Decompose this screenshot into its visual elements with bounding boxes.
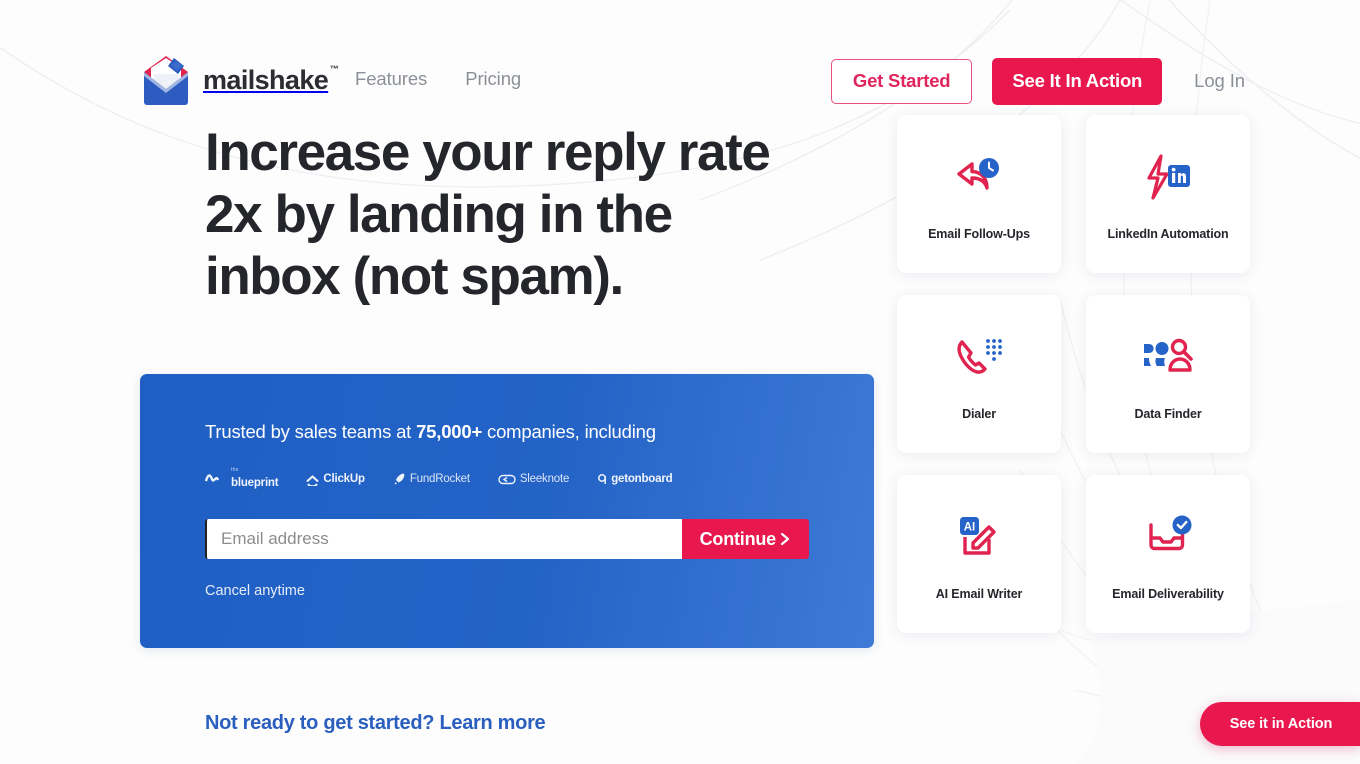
trusted-count: 75,000+ (416, 421, 483, 442)
feature-card-grid: Email Follow-Ups LinkedIn Automation Dia… (897, 115, 1250, 633)
person-search-icon (1139, 327, 1197, 389)
brand-logo-blueprint: the blueprint (205, 467, 279, 491)
brand-logo-clickup: ClickUp (306, 472, 365, 486)
logo-text: mailshake ™ (203, 64, 339, 95)
feature-card-ai-email-writer[interactable]: AI AI Email Writer (897, 475, 1061, 633)
envelope-logo-icon (144, 56, 188, 105)
linkedin-bolt-icon (1139, 147, 1197, 209)
nav-item-pricing[interactable]: Pricing (465, 68, 521, 90)
inbox-check-icon (1139, 507, 1197, 569)
feature-card-email-deliverability[interactable]: Email Deliverability (1086, 475, 1250, 633)
learn-more-link[interactable]: Not ready to get started? Learn more (205, 712, 546, 735)
brand-label-clickup: ClickUp (323, 473, 365, 485)
sleeknote-logo-icon (498, 474, 516, 485)
signup-form: Continue (205, 519, 809, 559)
fundrocket-logo-icon (394, 473, 405, 485)
continue-button[interactable]: Continue (681, 519, 809, 559)
logo-link[interactable]: mailshake ™ (140, 52, 339, 108)
feature-card-data-finder[interactable]: Data Finder (1086, 295, 1250, 453)
trademark-symbol: ™ (329, 63, 339, 74)
getonboard-logo-icon (598, 474, 607, 484)
feature-label: AI Email Writer (935, 587, 1023, 601)
signup-card: Trusted by sales teams at 75,000+ compan… (140, 374, 874, 648)
brand-logo-fundrocket: FundRocket (393, 472, 470, 486)
site-header: mailshake ™ Features Pricing Get Started … (0, 0, 1360, 122)
primary-nav: Features Pricing (355, 68, 521, 90)
phone-keypad-icon (951, 327, 1007, 389)
brand-logo-getonboard: getonboard (597, 472, 673, 486)
feature-card-dialer[interactable]: Dialer (897, 295, 1061, 453)
feature-card-linkedin-automation[interactable]: LinkedIn Automation (1086, 115, 1250, 273)
reply-clock-icon (950, 147, 1008, 209)
get-started-button[interactable]: Get Started (830, 58, 973, 104)
email-input[interactable] (205, 519, 682, 559)
feature-label: Email Follow-Ups (928, 227, 1030, 241)
feature-label: Data Finder (1134, 407, 1202, 421)
feature-label: Dialer (962, 407, 996, 421)
feature-label: LinkedIn Automation (1107, 227, 1229, 241)
logo-wordmark: mailshake (203, 64, 329, 95)
cancel-anytime-note: Cancel anytime (205, 583, 305, 599)
brand-label-blueprint: the blueprint (231, 467, 279, 489)
hero-heading: Increase your reply rate 2x by landing i… (205, 123, 771, 306)
page-root: mailshake ™ Features Pricing Get Started … (0, 0, 1360, 764)
feature-label: Email Deliverability (1112, 587, 1224, 601)
feature-card-email-follow-ups[interactable]: Email Follow-Ups (897, 115, 1061, 273)
log-in-link[interactable]: Log In (1194, 70, 1245, 92)
trusted-prefix: Trusted by sales teams at (205, 421, 417, 442)
svg-text:AI: AI (964, 522, 976, 534)
ai-pencil-icon: AI (951, 507, 1007, 569)
blueprint-logo-icon (205, 474, 220, 482)
header-actions: Get Started See It In Action Log In (830, 58, 1245, 105)
chevron-right-icon (780, 532, 790, 546)
brand-label-fundrocket: FundRocket (409, 473, 470, 485)
brand-label-getonboard: getonboard (611, 473, 673, 485)
trusted-by-text: Trusted by sales teams at 75,000+ compan… (205, 421, 656, 443)
customer-logos-row: the blueprint ClickUp FundRocket Sleekno… (205, 467, 673, 491)
brand-label-sleeknote: Sleeknote (519, 473, 570, 485)
floating-see-it-in-action-button[interactable]: See it in Action (1200, 702, 1360, 746)
trusted-suffix: companies, including (482, 421, 656, 442)
nav-item-features[interactable]: Features (355, 68, 427, 90)
see-it-in-action-button[interactable]: See It In Action (992, 58, 1163, 105)
clickup-logo-icon (306, 475, 319, 486)
continue-label: Continue (699, 528, 777, 549)
brand-logo-sleeknote: Sleeknote (498, 472, 569, 486)
